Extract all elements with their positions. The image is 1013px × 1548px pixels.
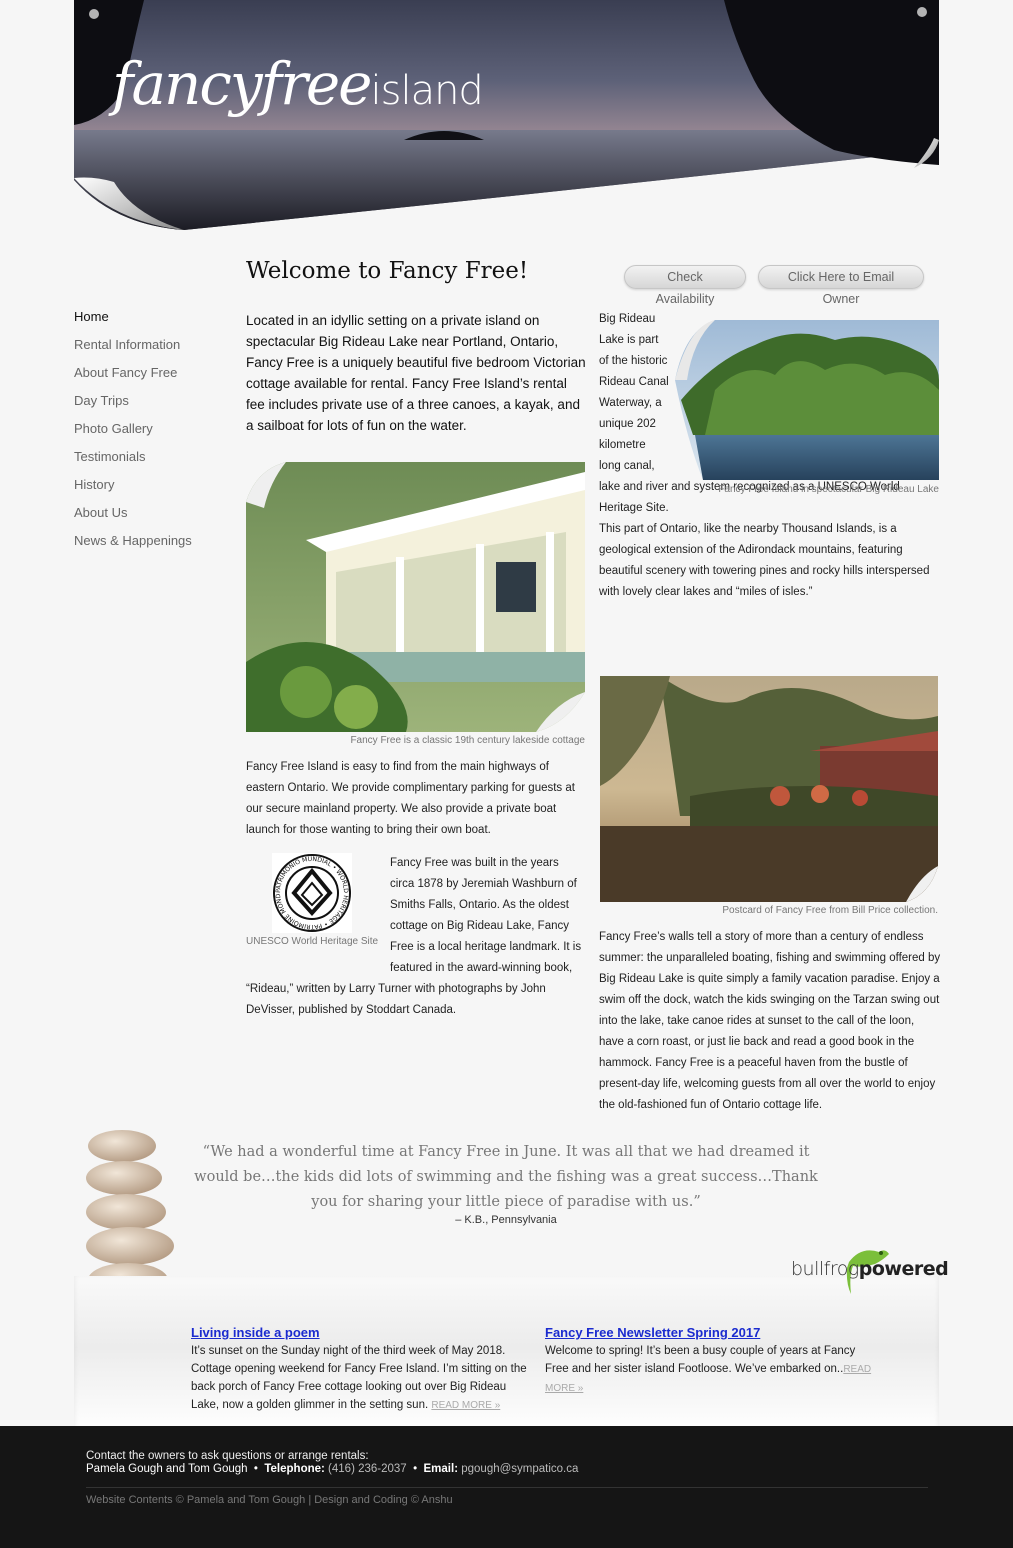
rideau-narrow-text: Big Rideau Lake is part of the historic … <box>599 313 669 472</box>
nav-item-rental-information[interactable]: Rental Information <box>74 334 234 362</box>
nav-item-about-us[interactable]: About Us <box>74 502 234 530</box>
email-link[interactable]: pgough@sympatico.ca <box>461 1463 578 1475</box>
island-photo-caption: Fancy Free Island in spectacular Big Rid… <box>718 484 939 495</box>
news-excerpt-1: It’s sunset on the Sunday night of the t… <box>191 1342 527 1415</box>
check-availability-button[interactable]: Check Availability <box>624 265 746 306</box>
unesco-world-heritage-logo: PATRIMONIO MUNDIAL • WORLD HERITAGE • PA… <box>272 853 352 933</box>
powered-text: powered <box>858 1258 949 1280</box>
news-excerpt-2: Welcome to spring! It’s been a busy coup… <box>545 1342 881 1398</box>
email-label: Email: <box>423 1463 459 1475</box>
logo-sans-text: island <box>370 68 484 114</box>
history-paragraph: Fancy Free was built in the years circa … <box>390 857 582 974</box>
directions-paragraph: Fancy Free Island is easy to find from t… <box>246 761 575 836</box>
nav-item-day-trips[interactable]: Day Trips <box>74 390 234 418</box>
nav-item-home[interactable]: Home <box>74 306 234 334</box>
bullfrog-text: bullfrog <box>791 1258 859 1280</box>
news-title-2[interactable]: Fancy Free Newsletter Spring 2017 <box>545 1325 760 1340</box>
logo-script-text: fancyfree <box>112 50 372 118</box>
testimonial-quote: “We had a wonderful time at Fancy Free i… <box>194 1144 818 1210</box>
news-text-2: Welcome to spring! It’s been a busy coup… <box>545 1345 856 1375</box>
page-title: Welcome to Fancy Free! <box>246 258 529 284</box>
intro-paragraph: Located in an idyllic setting on a priva… <box>246 313 586 433</box>
cottage-photo-caption: Fancy Free is a classic 19th century lak… <box>350 735 585 746</box>
bullfrog-powered-logo[interactable]: bullfrogpowered <box>791 1244 949 1300</box>
main-nav: Home Rental Information About Fancy Free… <box>74 306 234 558</box>
owner-names: Pamela Gough and Tom Gough <box>86 1463 248 1475</box>
cottage-porch-photo[interactable] <box>246 462 585 732</box>
header-banner: fancyfreeisland <box>74 0 939 230</box>
nav-item-photo-gallery[interactable]: Photo Gallery <box>74 418 234 446</box>
contact-intro: Contact the owners to ask questions or a… <box>86 1450 369 1462</box>
telephone-label: Telephone: <box>264 1463 325 1475</box>
nav-item-news-happenings[interactable]: News & Happenings <box>74 530 234 558</box>
walls-paragraph: Fancy Free’s walls tell a story of more … <box>599 931 941 1111</box>
postcard-photo[interactable] <box>600 676 938 902</box>
unesco-caption: UNESCO World Heritage Site <box>246 936 379 947</box>
testimonial-author: – K.B., Pennsylvania <box>455 1214 557 1226</box>
copyright-text: Website Contents © Pamela and Tom Gough … <box>86 1494 453 1506</box>
footer-divider <box>86 1487 928 1488</box>
nav-item-history[interactable]: History <box>74 474 234 502</box>
site-logo[interactable]: fancyfreeisland <box>112 50 484 118</box>
email-owner-button[interactable]: Click Here to Email Owner <box>758 265 924 306</box>
nav-item-testimonials[interactable]: Testimonials <box>74 446 234 474</box>
news-title-1[interactable]: Living inside a poem <box>191 1325 320 1340</box>
nav-item-about-fancy-free[interactable]: About Fancy Free <box>74 362 234 390</box>
read-more-link-1[interactable]: READ MORE » <box>431 1400 500 1411</box>
postcard-photo-caption: Postcard of Fancy Free from Bill Price c… <box>722 905 938 916</box>
contact-details: Pamela Gough and Tom Gough • Telephone: … <box>86 1463 579 1475</box>
ontario-paragraph: This part of Ontario, like the nearby Th… <box>599 523 930 598</box>
island-photo[interactable] <box>675 320 939 480</box>
telephone-number[interactable]: (416) 236-2037 <box>328 1463 407 1475</box>
history-paragraph-continued: “Rideau,” written by Larry Turner with p… <box>246 983 546 1016</box>
